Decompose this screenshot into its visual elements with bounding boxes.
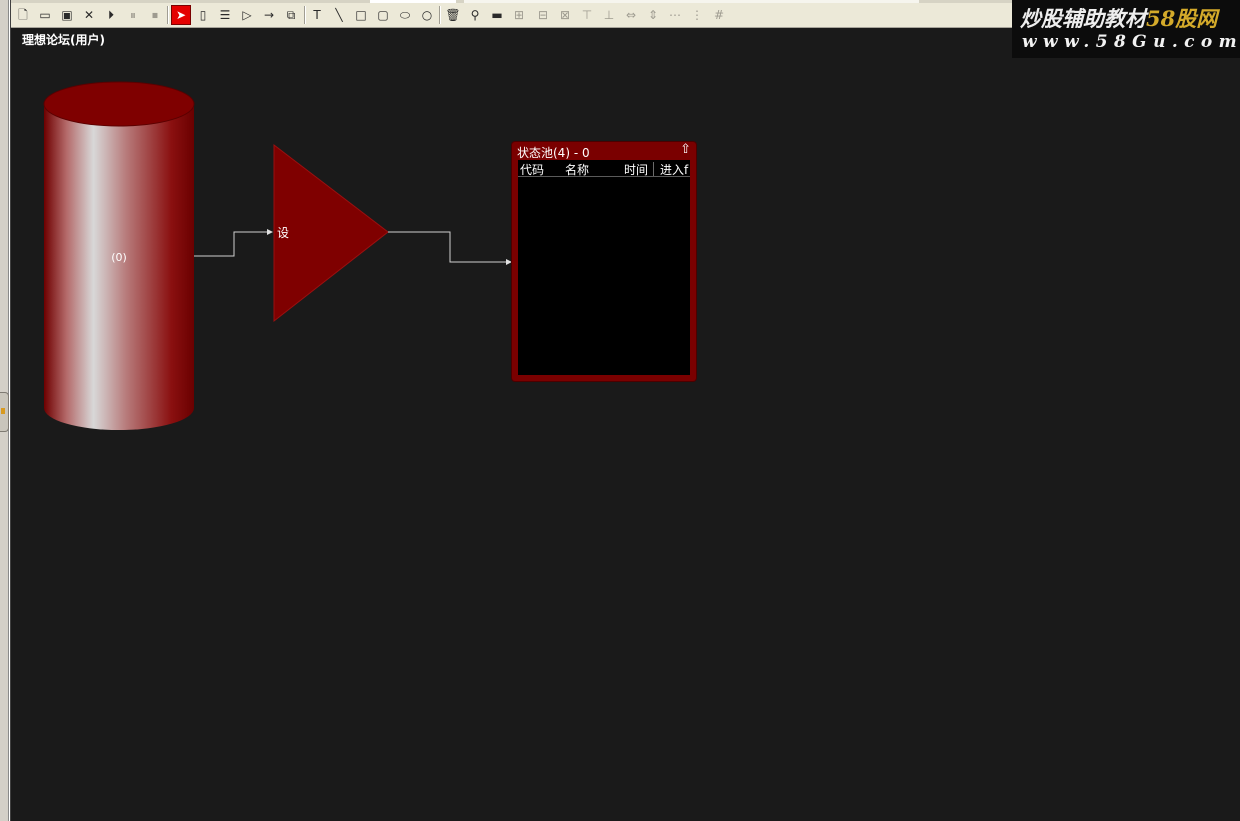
strategy-diagram: (0) 设 bbox=[43, 81, 512, 430]
column-header[interactable]: 时间 bbox=[624, 161, 648, 178]
pool-title: 状态池(4) - 0 bbox=[517, 146, 590, 160]
status-pool-panel[interactable]: 状态池(4) - 0 ⇧ 代码 名称 时间 进入f bbox=[512, 142, 696, 381]
connector-cylinder-to-triangle[interactable] bbox=[194, 229, 273, 257]
column-divider[interactable] bbox=[653, 162, 654, 176]
column-header[interactable]: 进入f bbox=[660, 161, 688, 178]
collapse-up-icon[interactable]: ⇧ bbox=[680, 143, 691, 157]
triangle-label: 设 bbox=[277, 226, 289, 240]
condition-triangle-node[interactable]: 设 bbox=[273, 143, 389, 323]
pool-table-header: 代码 名称 时间 进入f bbox=[518, 160, 690, 177]
data-source-cylinder[interactable]: (0) bbox=[43, 81, 195, 430]
cylinder-label: (0) bbox=[111, 251, 127, 264]
connector-triangle-to-pool[interactable] bbox=[388, 231, 512, 265]
strategy-editor-window: 🗋 ▭ ▣ ✕ ⏵ ⏸ ⏹ ➤ ▯ ☰ ▷ → ⧉ T ╲ □ ▢ ⬭ ○ 🗑 … bbox=[0, 0, 1240, 821]
pool-table: 代码 名称 时间 进入f bbox=[518, 160, 690, 375]
column-header[interactable]: 代码 bbox=[520, 161, 544, 178]
column-header[interactable]: 名称 bbox=[565, 161, 589, 178]
